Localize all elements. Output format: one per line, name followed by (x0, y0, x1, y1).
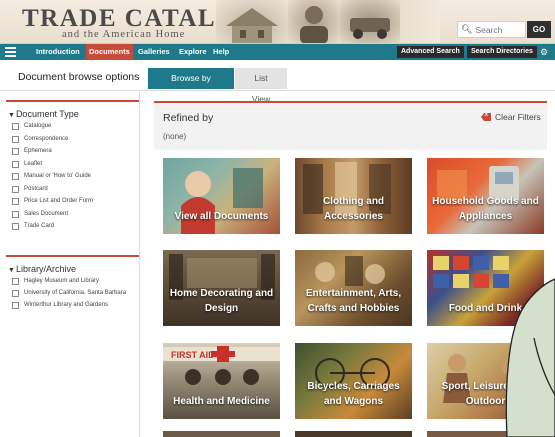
search-icon: 🔍︎ (461, 24, 473, 34)
filter-option[interactable]: Price List and Order Form (6, 198, 139, 205)
industry-tile[interactable]: Food and Drink (427, 250, 544, 326)
filter-option[interactable]: Catalogue (6, 123, 139, 130)
tile-label: Household Goods and Appliances (432, 196, 539, 222)
header-house-image (216, 0, 288, 43)
tile-label: Home Decorating and Design (169, 288, 274, 314)
industry-tile[interactable]: FIRST AID Health and Medicine (163, 343, 280, 419)
industry-tile[interactable]: Sport, Leisure and Outdoor (427, 343, 544, 419)
filter-option[interactable]: Winterthur Library and Gardens (6, 302, 139, 309)
tile-label: Food and Drink (448, 303, 523, 314)
checkbox[interactable] (12, 302, 19, 309)
tile-label: Sport, Leisure and Outdoor (441, 381, 530, 407)
checkbox[interactable] (12, 148, 19, 155)
industry-tile[interactable]: Entertainment, Arts, Crafts and Hobbies (295, 250, 412, 326)
browse-options-title: Document browse options (18, 71, 140, 83)
filter-option[interactable]: Trade Card (6, 223, 139, 230)
tab-browse-by-industry[interactable]: Browse by Industry (148, 68, 234, 104)
checkbox[interactable] (12, 290, 19, 297)
refined-by-title: Refined by (163, 112, 214, 124)
header-portrait-image (288, 0, 340, 43)
nav-help[interactable]: Help (213, 44, 229, 60)
filter-option[interactable]: Leaflet (6, 160, 139, 168)
nav-explore[interactable]: Explore (179, 44, 207, 60)
site-logo-subtitle: and the American Home (62, 29, 186, 40)
triangle-down-icon: ▼ (8, 112, 15, 119)
header-car-image (340, 0, 400, 43)
filter-option[interactable]: Postcard (6, 185, 139, 193)
tile-label: Entertainment, Arts, Crafts and Hobbies (305, 288, 402, 314)
site-header: TRADE CATALOGUES and the American Home 🔍… (0, 0, 555, 44)
refined-by-value: (none) (163, 132, 187, 141)
checkbox[interactable] (12, 160, 19, 168)
tile-label: View all Documents (174, 211, 269, 222)
checkbox[interactable] (12, 135, 19, 143)
nav-introduction[interactable]: Introduction (36, 44, 80, 60)
tile-label: Clothing and Accessories (322, 196, 385, 222)
facet-title[interactable]: ▼Document Type (6, 102, 139, 123)
tile-label: Bicycles, Carriages and Wagons (307, 381, 400, 407)
clear-filter-icon (481, 113, 491, 121)
filter-option[interactable]: Manual or 'How to' Guide (6, 173, 139, 180)
gear-icon[interactable]: ⚙ (540, 46, 548, 58)
tab-list-view[interactable]: List View (235, 68, 287, 104)
industry-tile[interactable]: View all Documents (163, 158, 280, 234)
main-navbar: Introduction Documents Galleries Explore… (0, 44, 555, 60)
industry-tile[interactable]: Bicycles, Carriages and Wagons (295, 343, 412, 419)
search-directories-button[interactable]: Search Directories (467, 46, 537, 58)
browse-options-bar: Document browse options Browse by Indust… (0, 60, 555, 104)
facet-document-type: ▼Document Type Catalogue Correspondence … (6, 100, 139, 243)
checkbox[interactable] (12, 223, 19, 230)
checkbox[interactable] (12, 185, 19, 193)
tile-row-partial (295, 431, 412, 437)
checkbox[interactable] (12, 198, 19, 205)
tile-row-partial (163, 431, 280, 437)
facet-title[interactable]: ▼Library/Archive (6, 257, 139, 278)
advanced-search-button[interactable]: Advanced Search (397, 46, 464, 58)
filter-option[interactable]: University of California, Santa Barbara (6, 290, 139, 297)
industry-tile[interactable]: Household Goods and Appliances (427, 158, 544, 234)
nav-documents[interactable]: Documents (86, 44, 133, 60)
checkbox[interactable] (12, 123, 19, 130)
filter-option[interactable]: Sales Document (6, 210, 139, 218)
tile-row-partial (427, 431, 544, 437)
nav-galleries[interactable]: Galleries (138, 44, 170, 60)
filter-option[interactable]: Correspondence (6, 135, 139, 143)
clear-filters-button[interactable]: Clear Filters (481, 112, 541, 122)
filter-option[interactable]: Hagley Museum and Library (6, 278, 139, 285)
triangle-down-icon: ▼ (8, 267, 15, 274)
tile-label: Health and Medicine (173, 396, 270, 407)
hamburger-icon[interactable] (5, 47, 16, 57)
search-field[interactable]: 🔍︎ (457, 21, 528, 38)
header-decor-image (400, 0, 440, 43)
checkbox[interactable] (12, 173, 19, 180)
search-go-button[interactable]: GO (527, 21, 551, 38)
checkbox[interactable] (12, 278, 19, 285)
filter-sidebar: ▼Document Type Catalogue Correspondence … (0, 92, 140, 437)
industry-tile[interactable]: Home Decorating and Design (163, 250, 280, 326)
search-input[interactable] (475, 24, 528, 35)
filter-option[interactable]: Ephemera (6, 148, 139, 155)
refined-by-panel: Refined by (none) Clear Filters (154, 101, 547, 150)
checkbox[interactable] (12, 210, 19, 218)
facet-library-archive: ▼Library/Archive Hagley Museum and Libra… (6, 255, 139, 323)
industry-tile[interactable]: Clothing and Accessories (295, 158, 412, 234)
